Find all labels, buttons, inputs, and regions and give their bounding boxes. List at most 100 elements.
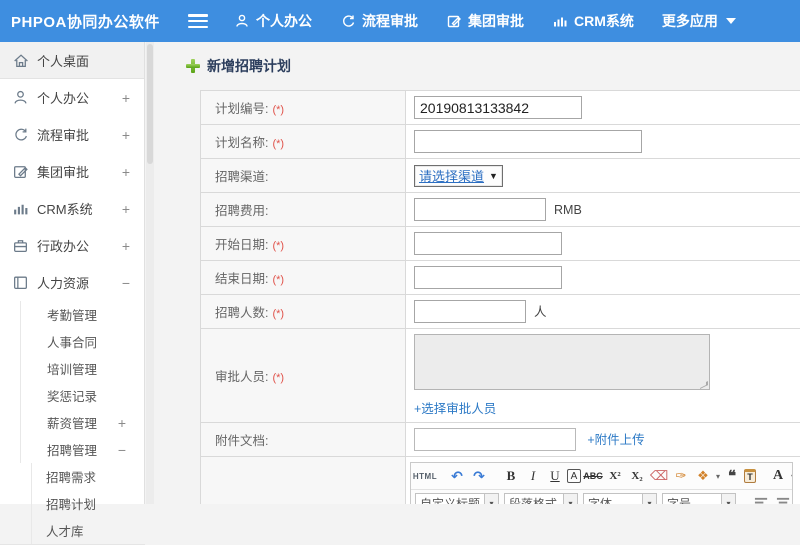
editor-toolbar-row1: HTML↶↷BIUAABCX²X₂⌫✑❖▾❝TA▾ab▾	[411, 463, 792, 490]
sidebar-item-培训管理[interactable]: 培训管理	[20, 355, 144, 382]
paragraph-format-select[interactable]: 段落格式▾	[504, 493, 578, 504]
sidebar-item-人事合同[interactable]: 人事合同	[20, 328, 144, 355]
row-start-date: 开始日期:(*)	[201, 227, 800, 261]
row-editor: HTML↶↷BIUAABCX²X₂⌫✑❖▾❝TA▾ab▾ 自定义标题▾段落格式▾…	[201, 457, 800, 505]
approvers-label: 审批人员:	[215, 370, 268, 384]
select-approvers-link[interactable]: +选择审批人员	[414, 402, 496, 416]
topnav-item-4[interactable]: 更多应用	[662, 11, 736, 31]
sidebar-item-人才库[interactable]: 人才库	[31, 517, 144, 544]
sidebar-scrollbar[interactable]	[146, 42, 154, 504]
sidebar-item-label: 考勤管理	[47, 305, 97, 324]
sidebar-item-label: 流程审批	[37, 125, 89, 144]
format-painter-icon[interactable]: ✑	[671, 466, 691, 486]
add-plus-icon	[186, 59, 200, 73]
remove-format-button[interactable]: A	[567, 469, 581, 483]
sidebar-item-招聘管理[interactable]: 招聘管理−	[20, 436, 144, 463]
caret-down-icon[interactable]: ▾	[721, 494, 735, 504]
app-brand: PHPOA协同办公软件	[0, 11, 188, 32]
sidebar-item-label: 个人办公	[37, 88, 89, 107]
topnav-item-1[interactable]: 流程审批	[340, 11, 418, 31]
required-mark: (*)	[272, 104, 284, 116]
topnav-item-2[interactable]: 集团审批	[446, 11, 524, 31]
caret-down-icon[interactable]: ▾	[791, 472, 792, 481]
card-icon	[12, 274, 29, 291]
underline-button[interactable]: U	[545, 466, 565, 486]
end-date-input[interactable]	[414, 266, 562, 289]
fee-unit-label: RMB	[554, 203, 582, 217]
caret-down-icon	[726, 18, 736, 24]
sidebar-item-CRM系统[interactable]: CRM系统 +	[0, 190, 144, 227]
select-caret-icon: ▼	[489, 171, 498, 181]
expand-toggle-icon[interactable]: −	[118, 442, 126, 458]
row-approvers: 审批人员:(*) +选择审批人员	[201, 329, 800, 423]
page-title: 新增招聘计划	[186, 56, 800, 76]
person-icon	[12, 89, 29, 106]
expand-toggle-icon[interactable]: +	[122, 201, 130, 217]
expand-toggle-icon[interactable]: +	[118, 415, 126, 431]
align-left-icon[interactable]	[751, 493, 771, 504]
approvers-textarea[interactable]	[414, 334, 710, 390]
page-title-text: 新增招聘计划	[207, 56, 291, 76]
expand-toggle-icon[interactable]: +	[122, 164, 130, 180]
sidebar-item-招聘需求[interactable]: 招聘需求	[31, 463, 144, 490]
sidebar-item-集团审批[interactable]: 集团审批+	[0, 153, 144, 190]
channel-select[interactable]: 请选择渠道 ▼	[414, 165, 503, 187]
expand-toggle-icon[interactable]: +	[122, 127, 130, 143]
sidebar-item-奖惩记录[interactable]: 奖惩记录	[20, 382, 144, 409]
sidebar-item-人力资源[interactable]: 人力资源−	[0, 264, 144, 301]
sidebar-item-考勤管理[interactable]: 考勤管理	[20, 301, 144, 328]
auto-format-icon[interactable]: ❖	[693, 466, 713, 486]
topnav-item-3[interactable]: CRM系统	[552, 11, 634, 31]
strikethrough-button[interactable]: ABC	[583, 466, 603, 486]
caret-down-icon[interactable]: ▾	[642, 494, 656, 504]
caret-down-icon[interactable]: ▾	[563, 494, 577, 504]
html-source-button[interactable]: HTML	[415, 466, 435, 486]
sidebar-item-行政办公[interactable]: 行政办公+	[0, 227, 144, 264]
sidebar-item-个人办公[interactable]: 个人办公 +	[0, 79, 144, 116]
topbar: PHPOA协同办公软件 个人办公 流程审批 集团审批 CRM系统 更多应用	[0, 0, 800, 42]
sidebar-item-个人桌面[interactable]: 个人桌面	[0, 42, 144, 79]
fee-input[interactable]	[414, 198, 546, 221]
sidebar-item-label: 个人桌面	[37, 51, 89, 70]
plan-name-input[interactable]	[414, 130, 642, 153]
expand-toggle-icon[interactable]: +	[122, 238, 130, 254]
hamburger-menu-icon[interactable]	[188, 14, 208, 28]
main-content: 新增招聘计划 计划编号:(*) 计划名称:(*) 招聘渠道: 请选择渠道 ▼ 招…	[154, 42, 800, 504]
headcount-input[interactable]	[414, 300, 526, 323]
sidebar-item-label: CRM系统	[37, 199, 93, 218]
custom-title-select[interactable]: 自定义标题▾	[415, 493, 499, 504]
sidebar: 个人桌面个人办公+流程审批+集团审批+CRM系统+行政办公+人力资源−考勤管理人…	[0, 42, 145, 504]
headcount-unit-label: 人	[534, 305, 547, 319]
start-date-input[interactable]	[414, 232, 562, 255]
editor-toolbar-row2: 自定义标题▾ 段落格式▾ 字体▾ 字号▾	[411, 490, 792, 504]
attachment-input[interactable]	[414, 428, 576, 451]
expand-toggle-icon[interactable]: −	[122, 275, 130, 291]
home-icon	[12, 52, 29, 69]
italic-button[interactable]: I	[523, 466, 543, 486]
caret-down-icon[interactable]: ▾	[484, 494, 498, 504]
redo-icon[interactable]: ↷	[469, 466, 489, 486]
superscript-button[interactable]: X²	[605, 466, 625, 486]
sidebar-item-薪资管理[interactable]: 薪资管理+	[20, 409, 144, 436]
font-family-select[interactable]: 字体▾	[583, 493, 657, 504]
blockquote-icon[interactable]: ❝	[722, 466, 742, 486]
recruitment-plan-form: 计划编号:(*) 计划名称:(*) 招聘渠道: 请选择渠道 ▼ 招聘费用: RM…	[200, 90, 800, 504]
align-center-icon[interactable]	[773, 493, 792, 504]
undo-icon[interactable]: ↶	[447, 466, 467, 486]
topnav-item-0[interactable]: 个人办公	[234, 11, 312, 31]
paste-text-icon[interactable]: T	[744, 469, 756, 483]
chart-icon	[12, 200, 29, 217]
expand-toggle-icon[interactable]: +	[122, 90, 130, 106]
eraser-icon[interactable]: ⌫	[649, 466, 669, 486]
plan-code-input[interactable]	[414, 96, 582, 119]
align-left-icon	[754, 496, 769, 505]
briefcase-icon	[12, 237, 29, 254]
subscript-button[interactable]: X₂	[627, 466, 647, 486]
bold-button[interactable]: B	[501, 466, 521, 486]
font-color-button[interactable]: A	[768, 466, 788, 486]
font-size-select[interactable]: 字号▾	[662, 493, 736, 504]
sidebar-item-label: 招聘需求	[46, 467, 96, 486]
attachment-upload-link[interactable]: +附件上传	[587, 433, 644, 447]
caret-down-icon[interactable]: ▾	[716, 472, 720, 481]
sidebar-item-流程审批[interactable]: 流程审批 +	[0, 116, 144, 153]
